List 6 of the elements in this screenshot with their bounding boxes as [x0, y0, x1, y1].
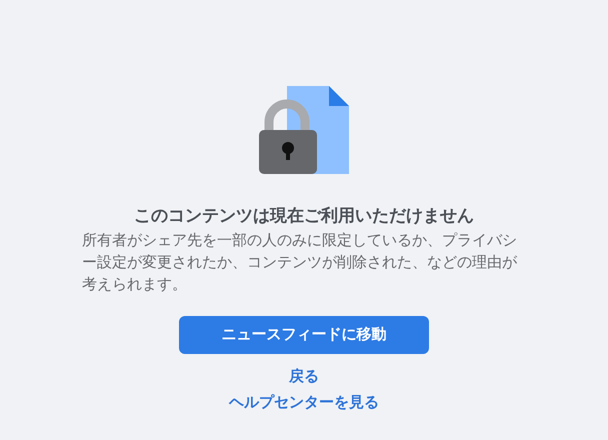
unavailable-message: 所有者がシェア先を一部の人のみに限定しているか、プライバシー設定が変更されたか、コンテンツが削除された、などの理由が考えられます。	[82, 231, 518, 295]
news-feed-button[interactable]: ニュースフィードに移動	[179, 316, 429, 354]
unavailable-title: このコンテンツは現在ご利用いただけません	[134, 205, 474, 227]
link[interactable]: 戻る	[289, 366, 319, 388]
link[interactable]: ヘルプセンターを見る	[229, 392, 379, 414]
locked-document-icon	[257, 84, 351, 176]
